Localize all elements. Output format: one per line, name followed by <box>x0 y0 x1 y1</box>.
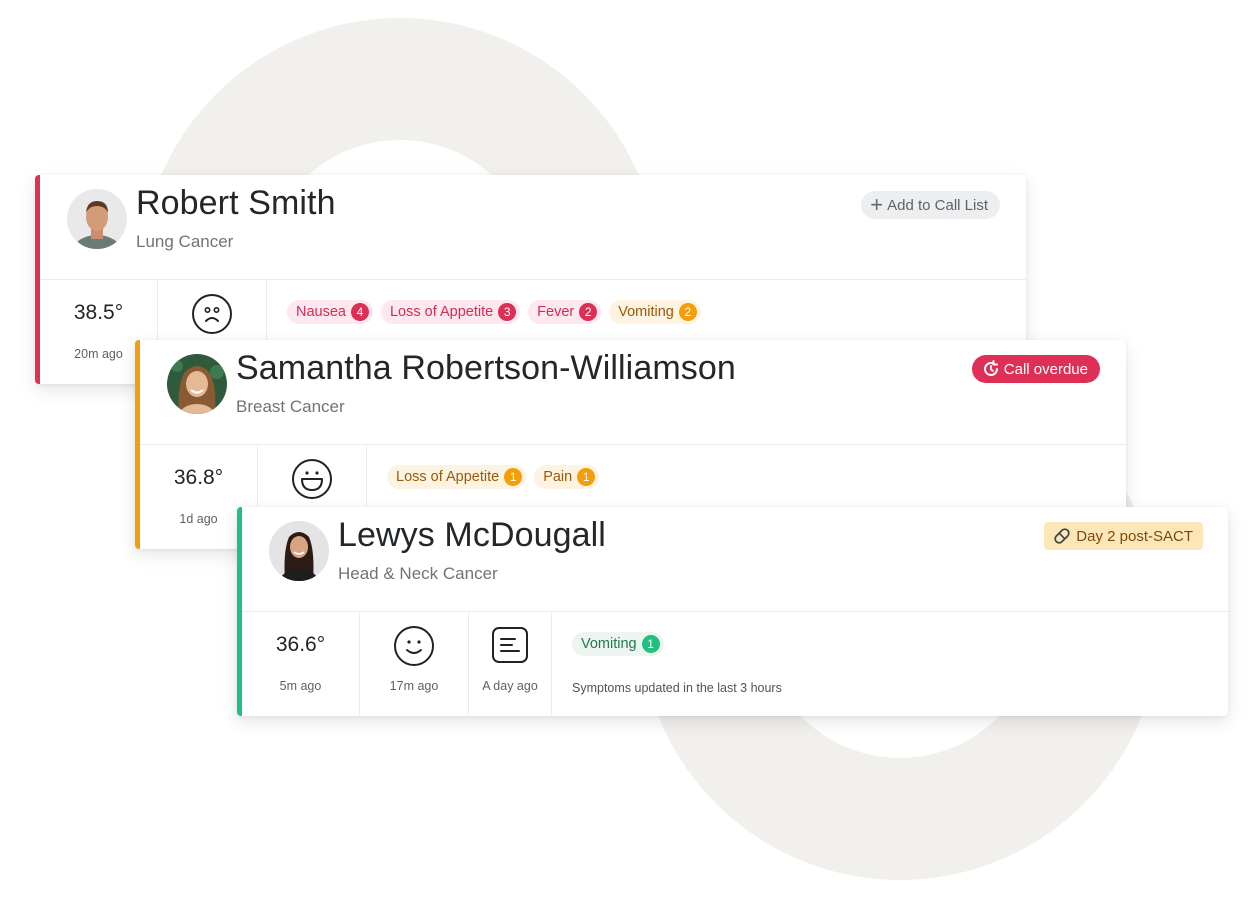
patient-name: Samantha Robertson-Williamson <box>236 349 736 387</box>
call-overdue-label: Call overdue <box>1003 360 1088 378</box>
note-cell: A day ago <box>469 612 552 715</box>
symptom-chip[interactable]: Vomiting 1 <box>572 632 664 656</box>
clock-refresh-icon <box>983 360 998 376</box>
patient-photo <box>167 354 227 414</box>
symptom-count: 3 <box>498 303 517 321</box>
symptom-chip[interactable]: Nausea 4 <box>287 300 373 324</box>
sad-face-icon <box>192 294 232 334</box>
laughing-face-icon <box>292 459 332 499</box>
patient-condition: Breast Cancer <box>236 397 345 416</box>
symptom-label: Vomiting <box>618 304 674 320</box>
symptom-label: Loss of Appetite <box>389 304 494 320</box>
symptom-count: 1 <box>504 468 523 486</box>
patient-card-header: Robert Smith Lung Cancer + Add to Call L… <box>40 175 1026 280</box>
post-sact-label: Day 2 post-SACT <box>1076 527 1193 545</box>
symptom-label: Loss of Appetite <box>396 469 500 485</box>
symptom-chip[interactable]: Vomiting 2 <box>609 300 701 324</box>
symptom-chips: Nausea 4 Loss of Appetite 3 Fever 2 Vomi… <box>287 300 701 324</box>
temperature-value: 36.6° <box>275 633 326 656</box>
temperature-cell: 36.6° 5m ago <box>242 612 360 715</box>
patient-name: Lewys McDougall <box>338 516 606 554</box>
symptom-chip[interactable]: Loss of Appetite 1 <box>387 465 527 489</box>
symptom-count: 4 <box>350 303 369 321</box>
symptom-chips: Vomiting 1 <box>572 632 664 656</box>
symptom-label: Vomiting <box>581 636 637 652</box>
patient-photo <box>67 189 127 249</box>
symptom-label: Fever <box>537 304 575 320</box>
symptom-label: Pain <box>543 469 573 485</box>
patient-condition: Head & Neck Cancer <box>338 564 498 583</box>
temperature-value: 38.5° <box>73 301 124 324</box>
symptom-count: 1 <box>641 635 660 653</box>
avatar <box>269 521 329 581</box>
patient-card-header: Lewys McDougall Head & Neck Cancer Day 2… <box>242 507 1228 612</box>
post-sact-badge: Day 2 post-SACT <box>1044 522 1203 550</box>
symptom-chip[interactable]: Loss of Appetite 3 <box>380 300 521 324</box>
avatar <box>67 189 127 249</box>
mood-cell: 17m ago <box>360 612 469 715</box>
add-to-call-list-label: Add to Call List <box>887 196 988 214</box>
patient-name: Robert Smith <box>136 184 336 222</box>
symptom-count: 1 <box>577 468 596 486</box>
patient-condition: Lung Cancer <box>136 232 234 251</box>
symptom-chips: Loss of Appetite 1 Pain 1 <box>387 465 600 489</box>
temperature-time: 5m ago <box>279 679 322 693</box>
patient-card-header: Samantha Robertson-Williamson Breast Can… <box>140 340 1126 445</box>
symptom-chip[interactable]: Pain 1 <box>534 465 600 489</box>
call-overdue-badge: Call overdue <box>971 355 1100 383</box>
patient-card[interactable]: Lewys McDougall Head & Neck Cancer Day 2… <box>237 507 1228 716</box>
symptom-label: Nausea <box>296 304 346 320</box>
avatar <box>167 354 227 414</box>
symptoms-updated-note: Symptoms updated in the last 3 hours <box>572 681 782 695</box>
pill-icon <box>1054 528 1070 544</box>
symptom-count: 2 <box>678 303 697 321</box>
temperature-value: 36.8° <box>173 466 224 489</box>
symptoms-cell: Vomiting 1 Symptoms updated in the last … <box>552 612 1228 715</box>
note-time: A day ago <box>482 679 538 693</box>
smile-face-icon <box>394 626 434 666</box>
patient-photo <box>269 521 329 581</box>
plus-icon: + <box>870 192 884 217</box>
mood-time: 17m ago <box>389 679 439 693</box>
symptom-chip[interactable]: Fever 2 <box>528 300 602 324</box>
symptom-count: 2 <box>579 303 598 321</box>
add-to-call-list-button[interactable]: + Add to Call List <box>861 191 1000 219</box>
note-icon <box>492 627 528 663</box>
